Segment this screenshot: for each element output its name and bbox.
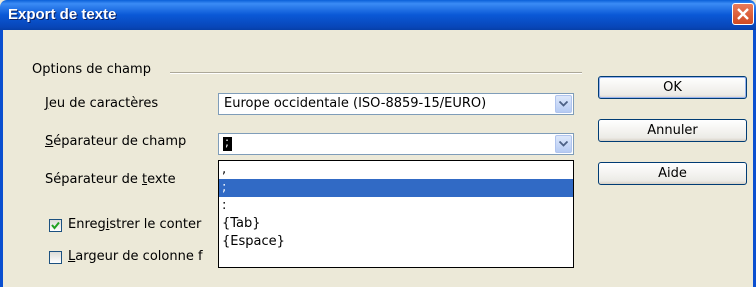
- chevron-down-icon: [559, 101, 568, 107]
- charset-value: Europe occidentale (ISO-8859-15/EURO): [224, 96, 487, 111]
- dropdown-option[interactable]: :: [219, 197, 573, 215]
- dropdown-option-selected[interactable]: ;: [219, 179, 573, 197]
- group-divider: [170, 72, 582, 74]
- cancel-button[interactable]: Annuler: [598, 119, 747, 142]
- checkmark-icon: [51, 221, 60, 230]
- dropdown-option[interactable]: {Tab}: [219, 215, 573, 233]
- charset-dropdown-button[interactable]: [555, 95, 572, 113]
- field-separator-select[interactable]: ;: [218, 133, 574, 155]
- window-title: Export de texte: [8, 6, 117, 23]
- charset-label: Jeu de caractères: [45, 96, 159, 111]
- close-icon: [737, 8, 749, 20]
- help-button[interactable]: Aide: [598, 162, 747, 185]
- save-content-label[interactable]: Enregistrer le conter: [68, 217, 201, 232]
- chevron-down-icon: [559, 141, 568, 147]
- dropdown-option[interactable]: {Espace}: [219, 233, 573, 251]
- save-content-checkbox[interactable]: [49, 219, 62, 232]
- ok-button[interactable]: OK: [598, 76, 747, 99]
- title-bar[interactable]: Export de texte: [0, 0, 756, 30]
- charset-select[interactable]: Europe occidentale (ISO-8859-15/EURO): [218, 93, 574, 115]
- window-frame-left: [0, 30, 3, 287]
- field-separator-dropdown-button[interactable]: [555, 135, 572, 153]
- fixed-width-label[interactable]: Largeur de colonne f: [68, 249, 203, 264]
- field-separator-value[interactable]: ;: [223, 135, 232, 151]
- field-separator-dropdown-list[interactable]: , ; : {Tab} {Espace}: [218, 160, 574, 268]
- fixed-width-checkbox[interactable]: [49, 251, 62, 264]
- dropdown-option[interactable]: ,: [219, 161, 573, 179]
- close-button[interactable]: [732, 3, 754, 25]
- text-separator-label: Séparateur de texte: [45, 172, 176, 187]
- field-separator-label: Séparateur de champ: [45, 134, 187, 149]
- group-label: Options de champ: [30, 62, 153, 77]
